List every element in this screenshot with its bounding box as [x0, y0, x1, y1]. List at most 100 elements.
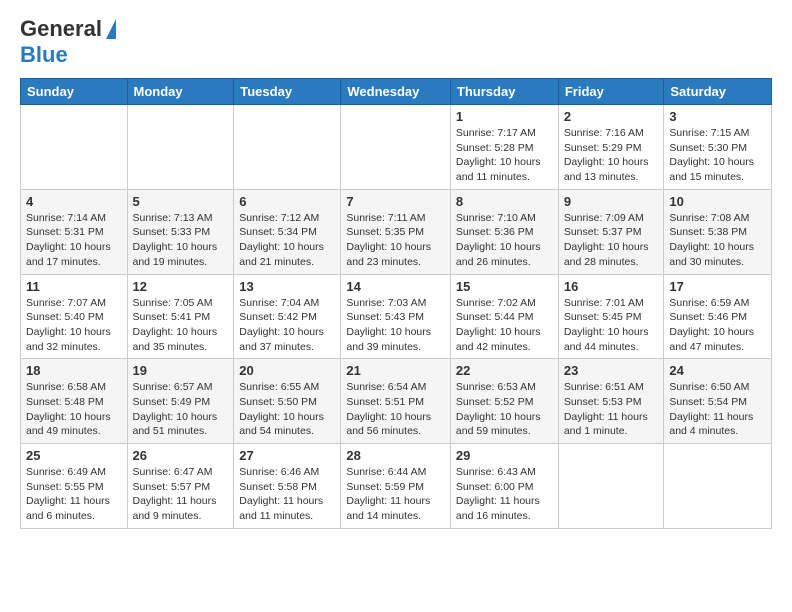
- day-info: Sunrise: 6:47 AMSunset: 5:57 PMDaylight:…: [133, 465, 229, 524]
- calendar-day-24: 24Sunrise: 6:50 AMSunset: 5:54 PMDayligh…: [664, 359, 772, 444]
- calendar-empty-cell: [664, 444, 772, 529]
- calendar-week-row: 25 Sunrise: 6:49 AMSunset: 5:55 PMDayligh…: [21, 444, 772, 529]
- day-info: Sunrise: 6:43 AMSunset: 6:00 PMDaylight:…: [456, 465, 553, 524]
- day-number: 19: [133, 363, 229, 378]
- day-info: Sunrise: 7:04 AMSunset: 5:42 PMDaylight:…: [239, 296, 335, 355]
- calendar-week-row: 18 Sunrise: 6:58 AMSunset: 5:48 PMDayligh…: [21, 359, 772, 444]
- day-info: Sunrise: 6:59 AMSunset: 5:46 PMDaylight:…: [669, 296, 766, 355]
- day-info: Sunrise: 6:57 AMSunset: 5:49 PMDaylight:…: [133, 380, 229, 439]
- calendar-day-29: 29 Sunrise: 6:43 AMSunset: 6:00 PMDayligh…: [450, 444, 558, 529]
- day-number: 3: [669, 109, 766, 124]
- logo: General Blue: [20, 16, 116, 68]
- day-info: Sunrise: 7:01 AMSunset: 5:45 PMDaylight:…: [564, 296, 659, 355]
- calendar-day-28: 28 Sunrise: 6:44 AMSunset: 5:59 PMDayligh…: [341, 444, 451, 529]
- day-number: 21: [346, 363, 445, 378]
- calendar-day-15: 15 Sunrise: 7:02 AMSunset: 5:44 PMDayligh…: [450, 274, 558, 359]
- day-number: 6: [239, 194, 335, 209]
- calendar-day-17: 17Sunrise: 6:59 AMSunset: 5:46 PMDayligh…: [664, 274, 772, 359]
- day-number: 9: [564, 194, 659, 209]
- calendar-day-7: 7 Sunrise: 7:11 AMSunset: 5:35 PMDaylight…: [341, 189, 451, 274]
- calendar-day-4: 4 Sunrise: 7:14 AMSunset: 5:31 PMDaylight…: [21, 189, 128, 274]
- calendar-day-16: 16 Sunrise: 7:01 AMSunset: 5:45 PMDayligh…: [558, 274, 664, 359]
- day-info: Sunrise: 7:17 AMSunset: 5:28 PMDaylight:…: [456, 126, 553, 185]
- weekday-header-thursday: Thursday: [450, 79, 558, 105]
- calendar-day-10: 10 Sunrise: 7:08 AMSunset: 5:38 PMDayligh…: [664, 189, 772, 274]
- day-info: Sunrise: 6:44 AMSunset: 5:59 PMDaylight:…: [346, 465, 445, 524]
- day-number: 22: [456, 363, 553, 378]
- day-number: 4: [26, 194, 122, 209]
- day-info: Sunrise: 7:14 AMSunset: 5:31 PMDaylight:…: [26, 211, 122, 270]
- day-number: 8: [456, 194, 553, 209]
- calendar-day-12: 12Sunrise: 7:05 AMSunset: 5:41 PMDayligh…: [127, 274, 234, 359]
- calendar-day-19: 19 Sunrise: 6:57 AMSunset: 5:49 PMDayligh…: [127, 359, 234, 444]
- weekday-header-tuesday: Tuesday: [234, 79, 341, 105]
- day-number: 28: [346, 448, 445, 463]
- calendar-day-1: 1 Sunrise: 7:17 AMSunset: 5:28 PMDaylight…: [450, 105, 558, 190]
- calendar-empty-cell: [234, 105, 341, 190]
- day-info: Sunrise: 7:10 AMSunset: 5:36 PMDaylight:…: [456, 211, 553, 270]
- day-number: 27: [239, 448, 335, 463]
- day-info: Sunrise: 7:02 AMSunset: 5:44 PMDaylight:…: [456, 296, 553, 355]
- day-info: Sunrise: 7:11 AMSunset: 5:35 PMDaylight:…: [346, 211, 445, 270]
- calendar-empty-cell: [341, 105, 451, 190]
- day-number: 13: [239, 279, 335, 294]
- day-info: Sunrise: 7:13 AMSunset: 5:33 PMDaylight:…: [133, 211, 229, 270]
- day-info: Sunrise: 7:15 AMSunset: 5:30 PMDaylight:…: [669, 126, 766, 185]
- calendar-day-11: 11Sunrise: 7:07 AMSunset: 5:40 PMDayligh…: [21, 274, 128, 359]
- day-info: Sunrise: 6:58 AMSunset: 5:48 PMDaylight:…: [26, 380, 122, 439]
- calendar-day-3: 3 Sunrise: 7:15 AMSunset: 5:30 PMDaylight…: [664, 105, 772, 190]
- day-info: Sunrise: 7:08 AMSunset: 5:38 PMDaylight:…: [669, 211, 766, 270]
- day-number: 7: [346, 194, 445, 209]
- day-number: 25: [26, 448, 122, 463]
- day-info: Sunrise: 6:49 AMSunset: 5:55 PMDaylight:…: [26, 465, 122, 524]
- calendar-day-18: 18 Sunrise: 6:58 AMSunset: 5:48 PMDayligh…: [21, 359, 128, 444]
- day-number: 10: [669, 194, 766, 209]
- weekday-header-saturday: Saturday: [664, 79, 772, 105]
- weekday-header-wednesday: Wednesday: [341, 79, 451, 105]
- day-info: Sunrise: 7:05 AMSunset: 5:41 PMDaylight:…: [133, 296, 229, 355]
- day-info: Sunrise: 6:51 AMSunset: 5:53 PMDaylight:…: [564, 380, 659, 439]
- calendar-week-row: 4 Sunrise: 7:14 AMSunset: 5:31 PMDaylight…: [21, 189, 772, 274]
- day-number: 15: [456, 279, 553, 294]
- logo-general-text: General: [20, 16, 102, 42]
- day-number: 24: [669, 363, 766, 378]
- day-number: 20: [239, 363, 335, 378]
- day-number: 16: [564, 279, 659, 294]
- page-header: General Blue: [20, 16, 772, 68]
- weekday-header-row: SundayMondayTuesdayWednesdayThursdayFrid…: [21, 79, 772, 105]
- calendar-day-5: 5Sunrise: 7:13 AMSunset: 5:33 PMDaylight…: [127, 189, 234, 274]
- day-number: 14: [346, 279, 445, 294]
- calendar-week-row: 11Sunrise: 7:07 AMSunset: 5:40 PMDayligh…: [21, 274, 772, 359]
- day-number: 26: [133, 448, 229, 463]
- day-info: Sunrise: 7:09 AMSunset: 5:37 PMDaylight:…: [564, 211, 659, 270]
- calendar-day-23: 23 Sunrise: 6:51 AMSunset: 5:53 PMDayligh…: [558, 359, 664, 444]
- calendar-empty-cell: [21, 105, 128, 190]
- day-number: 18: [26, 363, 122, 378]
- calendar-day-8: 8 Sunrise: 7:10 AMSunset: 5:36 PMDaylight…: [450, 189, 558, 274]
- day-info: Sunrise: 7:03 AMSunset: 5:43 PMDaylight:…: [346, 296, 445, 355]
- day-info: Sunrise: 6:53 AMSunset: 5:52 PMDaylight:…: [456, 380, 553, 439]
- calendar-day-26: 26 Sunrise: 6:47 AMSunset: 5:57 PMDayligh…: [127, 444, 234, 529]
- calendar-day-14: 14 Sunrise: 7:03 AMSunset: 5:43 PMDayligh…: [341, 274, 451, 359]
- calendar-day-21: 21Sunrise: 6:54 AMSunset: 5:51 PMDayligh…: [341, 359, 451, 444]
- day-info: Sunrise: 6:55 AMSunset: 5:50 PMDaylight:…: [239, 380, 335, 439]
- weekday-header-friday: Friday: [558, 79, 664, 105]
- day-info: Sunrise: 6:46 AMSunset: 5:58 PMDaylight:…: [239, 465, 335, 524]
- day-info: Sunrise: 7:16 AMSunset: 5:29 PMDaylight:…: [564, 126, 659, 185]
- calendar-empty-cell: [127, 105, 234, 190]
- calendar-week-row: 1 Sunrise: 7:17 AMSunset: 5:28 PMDaylight…: [21, 105, 772, 190]
- calendar-day-22: 22 Sunrise: 6:53 AMSunset: 5:52 PMDayligh…: [450, 359, 558, 444]
- calendar-day-9: 9 Sunrise: 7:09 AMSunset: 5:37 PMDaylight…: [558, 189, 664, 274]
- day-number: 29: [456, 448, 553, 463]
- day-number: 2: [564, 109, 659, 124]
- calendar-day-2: 2 Sunrise: 7:16 AMSunset: 5:29 PMDaylight…: [558, 105, 664, 190]
- day-number: 1: [456, 109, 553, 124]
- day-number: 11: [26, 279, 122, 294]
- calendar-day-25: 25 Sunrise: 6:49 AMSunset: 5:55 PMDayligh…: [21, 444, 128, 529]
- calendar-table: SundayMondayTuesdayWednesdayThursdayFrid…: [20, 78, 772, 529]
- weekday-header-sunday: Sunday: [21, 79, 128, 105]
- day-number: 23: [564, 363, 659, 378]
- calendar-day-27: 27 Sunrise: 6:46 AMSunset: 5:58 PMDayligh…: [234, 444, 341, 529]
- weekday-header-monday: Monday: [127, 79, 234, 105]
- calendar-day-6: 6Sunrise: 7:12 AMSunset: 5:34 PMDaylight…: [234, 189, 341, 274]
